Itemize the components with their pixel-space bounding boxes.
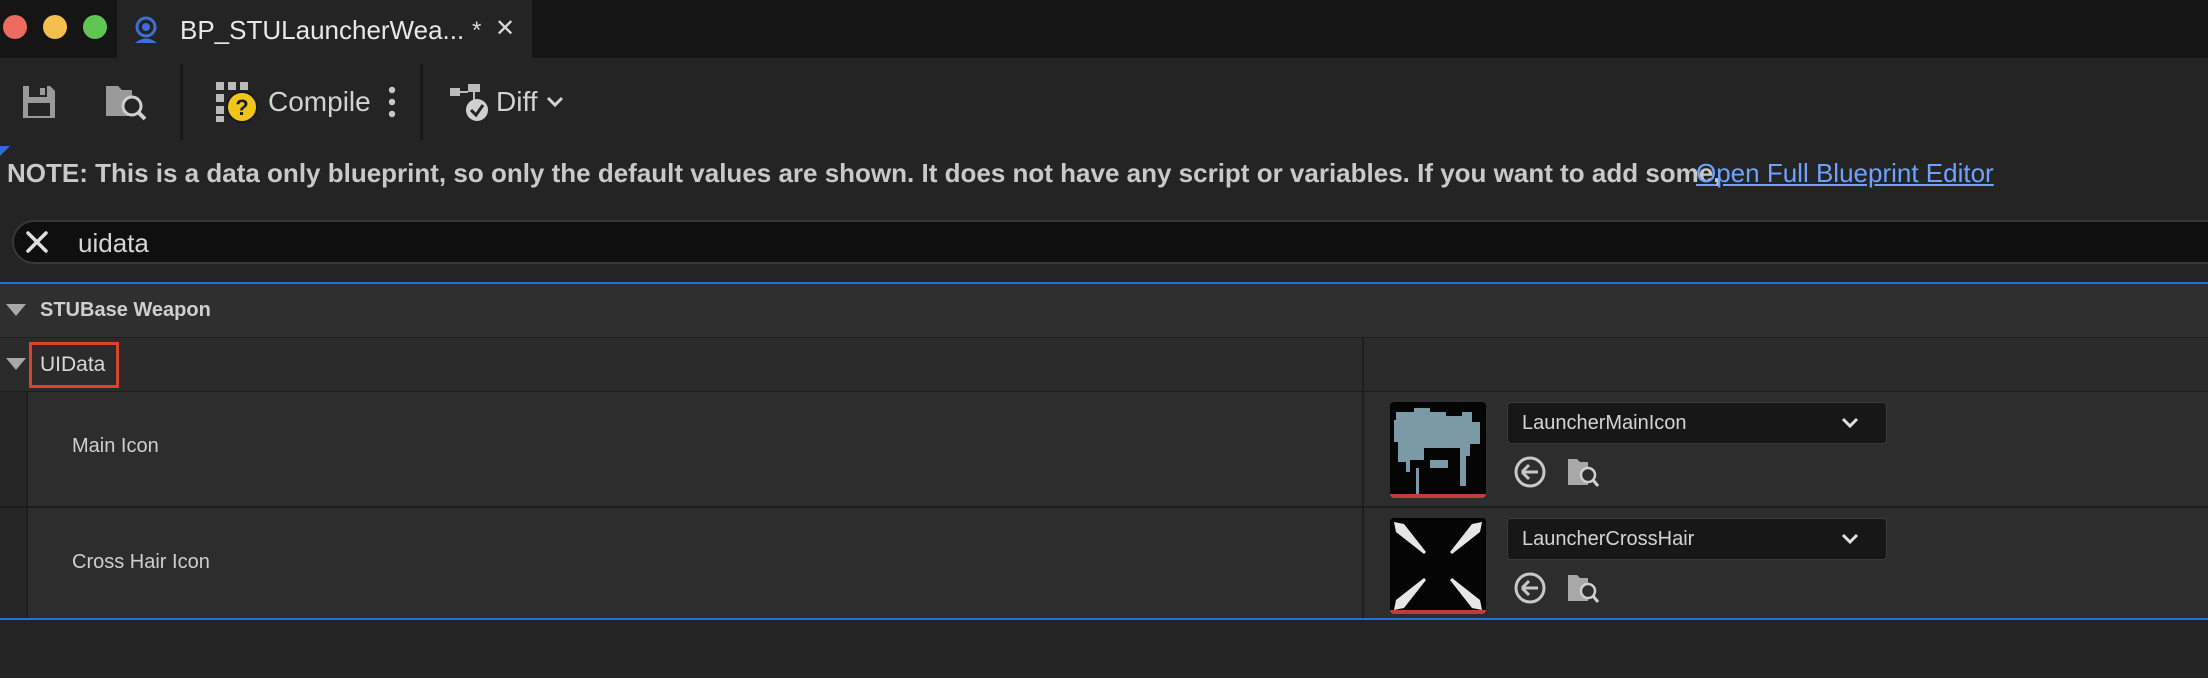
- expand-arrow-icon[interactable]: [6, 304, 26, 316]
- property-row-main-icon: Main Icon LauncherMainIcon: [0, 392, 2208, 508]
- use-selected-asset-icon[interactable]: [1513, 571, 1547, 605]
- title-bar: BP_STULauncherWea... * ✕: [0, 0, 2208, 58]
- browse-button[interactable]: [104, 58, 148, 146]
- browse-asset-icon: [106, 86, 147, 121]
- chevron-down-icon: [1841, 533, 1859, 545]
- tab-title: BP_STULauncherWea...: [180, 15, 465, 45]
- subcategory-uidata[interactable]: UIData: [0, 338, 2208, 392]
- toolbar-separator: [180, 64, 183, 140]
- open-full-editor-link[interactable]: Open Full Blueprint Editor: [1696, 158, 1994, 189]
- search-box: [12, 220, 2208, 264]
- subcategory-label: UIData: [40, 353, 106, 376]
- asset-name: LauncherMainIcon: [1522, 412, 1687, 434]
- chevron-down-icon: [1841, 417, 1859, 429]
- column-divider[interactable]: [1362, 508, 1364, 624]
- clear-search-icon[interactable]: [22, 227, 52, 257]
- maximize-window-button[interactable]: [83, 15, 107, 39]
- browse-asset-icon[interactable]: [1566, 571, 1600, 605]
- column-divider[interactable]: [1362, 338, 1364, 392]
- vertical-ellipsis-icon: [388, 86, 396, 118]
- indent-bar: [0, 392, 28, 506]
- browse-asset-icon[interactable]: [1566, 455, 1600, 489]
- asset-picker-combo[interactable]: LauncherMainIcon: [1507, 402, 1887, 444]
- property-row-cross-hair-icon: Cross Hair Icon LauncherCrossHair: [0, 508, 2208, 624]
- diff-button[interactable]: Diff: [448, 58, 564, 146]
- thumbnail-type-bar: [1390, 610, 1486, 614]
- save-button[interactable]: [20, 58, 58, 146]
- chevron-down-icon: [546, 96, 563, 108]
- compile-label: Compile: [268, 86, 371, 117]
- property-label: Cross Hair Icon: [72, 551, 210, 573]
- close-window-button[interactable]: [3, 15, 27, 39]
- crosshair-image: [1394, 522, 1482, 610]
- toolbar-separator: [420, 64, 423, 140]
- use-selected-asset-icon[interactable]: [1513, 455, 1547, 489]
- expand-arrow-icon[interactable]: [6, 358, 26, 370]
- category-label: STUBase Weapon: [40, 299, 211, 321]
- texture-thumbnail[interactable]: [1390, 402, 1486, 498]
- note-text: NOTE: This is a data only blueprint, so …: [7, 158, 1721, 188]
- category-stubase-weapon[interactable]: STUBase Weapon: [0, 284, 2208, 338]
- editor-tab[interactable]: BP_STULauncherWea... * ✕: [117, 0, 532, 58]
- property-label: Main Icon: [72, 435, 159, 457]
- details-empty-area: [0, 620, 2208, 678]
- asset-picker-combo[interactable]: LauncherCrossHair: [1507, 518, 1887, 560]
- minimize-window-button[interactable]: [43, 15, 67, 39]
- asset-name: LauncherCrossHair: [1522, 528, 1695, 550]
- toolbar: ? Compile Diff: [0, 58, 2208, 146]
- texture-thumbnail[interactable]: [1390, 518, 1486, 614]
- column-divider[interactable]: [1362, 392, 1364, 508]
- diff-label: Diff: [496, 86, 538, 117]
- thumbnail-type-bar: [1390, 494, 1486, 498]
- data-only-note: NOTE: This is a data only blueprint, so …: [0, 146, 2208, 202]
- compile-options-button[interactable]: [386, 58, 398, 146]
- blueprint-icon: [135, 16, 157, 43]
- indent-bar: [0, 508, 28, 622]
- compile-unknown-icon: ?: [216, 82, 258, 123]
- tab-close-icon[interactable]: ✕: [492, 14, 518, 44]
- launcher-silhouette-image: [1394, 408, 1480, 494]
- save-icon: [23, 86, 55, 118]
- note-corner-marker: [0, 146, 10, 156]
- unsaved-marker: *: [472, 17, 482, 44]
- svg-text:?: ?: [235, 95, 248, 120]
- compile-button[interactable]: ? Compile: [214, 58, 371, 146]
- search-input[interactable]: [78, 225, 1878, 261]
- diff-icon: [450, 84, 488, 121]
